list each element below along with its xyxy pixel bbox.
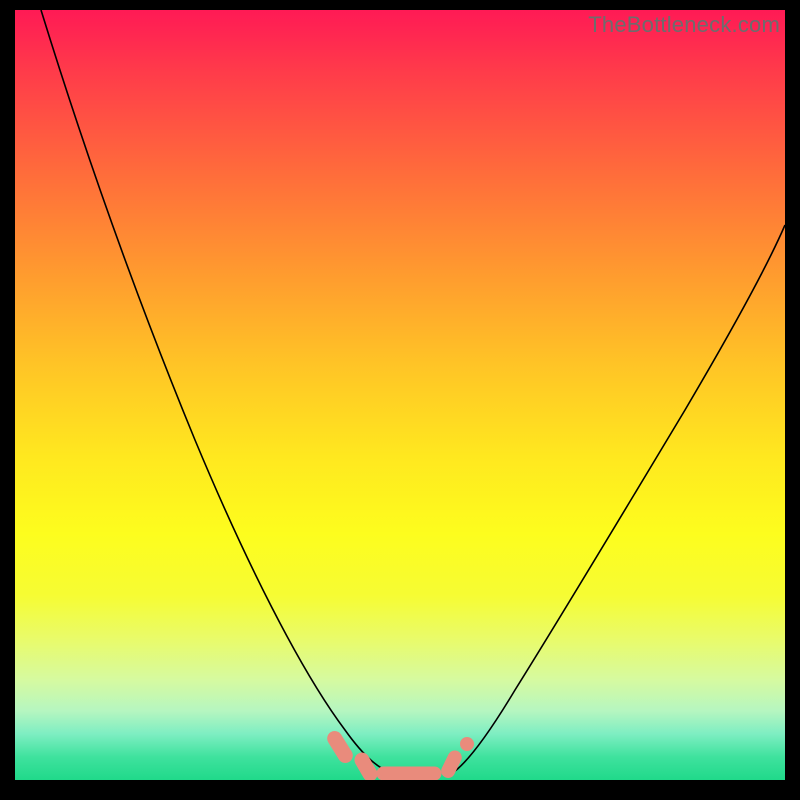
marker-blob <box>439 749 463 780</box>
right-curve <box>451 225 785 774</box>
plot-area <box>15 10 785 780</box>
marker-blob <box>377 767 441 780</box>
marker-dot <box>461 738 474 751</box>
bottom-marker-group <box>325 729 473 780</box>
chart-frame: TheBottleneck.com <box>0 0 800 800</box>
watermark-text: TheBottleneck.com <box>588 12 780 38</box>
marker-blob <box>325 729 355 765</box>
marker-blob <box>352 751 379 780</box>
left-curve <box>41 10 395 774</box>
curve-layer <box>15 10 785 780</box>
